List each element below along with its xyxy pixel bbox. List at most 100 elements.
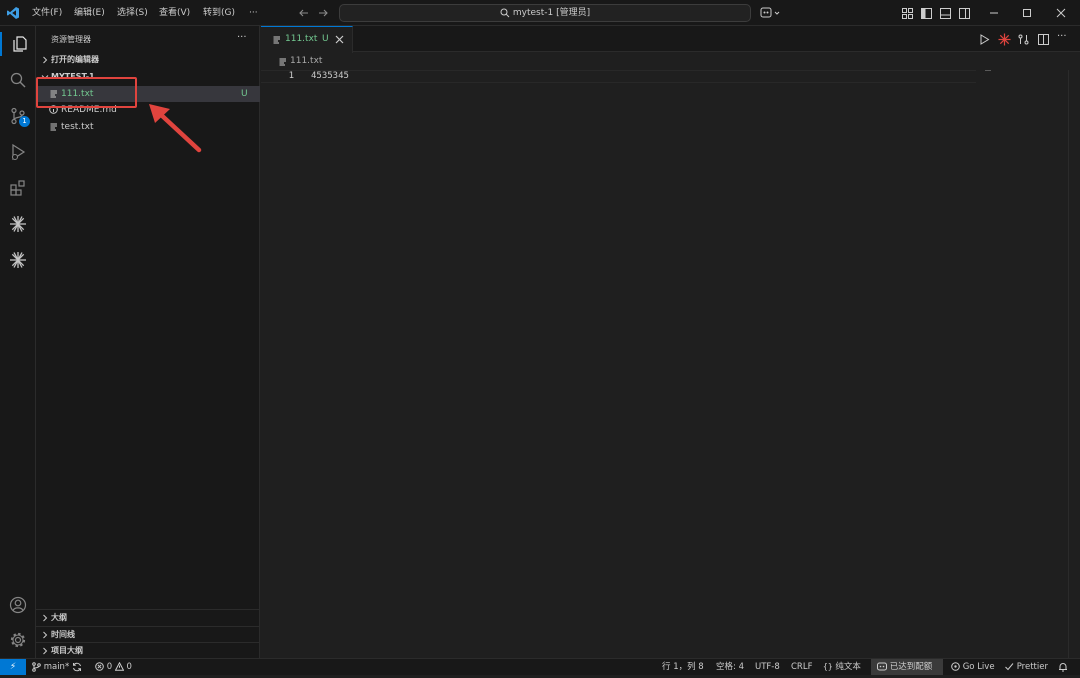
open-editors-section[interactable]: 打开的编辑器 (36, 52, 260, 68)
chevron-right-icon (41, 56, 49, 64)
starburst-icon (9, 215, 27, 233)
explorer-sidebar: 资源管理器 ··· 打开的编辑器 MYTEST-1 111.txt U READ… (36, 26, 260, 658)
forward-arrow-icon[interactable] (317, 7, 329, 19)
error-count: 0 (106, 662, 113, 672)
split-editor-icon[interactable] (1038, 34, 1049, 45)
run-icon[interactable] (979, 34, 990, 45)
copilot-icon[interactable] (760, 6, 782, 20)
menu-view[interactable]: 查看(V) (159, 0, 190, 26)
manage-tab[interactable] (6, 628, 30, 652)
menu-file[interactable]: 文件(F) (32, 0, 62, 26)
editor-tab-bar (261, 26, 1080, 52)
maximize-icon[interactable] (1022, 8, 1032, 18)
search-icon (500, 8, 510, 18)
menu-go[interactable]: 转到(G) (203, 0, 235, 26)
branch-icon (32, 661, 41, 672)
project-outline-label: 项目大纲 (51, 646, 83, 655)
quota-status[interactable]: 已达到配额 (871, 659, 943, 675)
language-mode[interactable]: {} 纯文本 (823, 659, 861, 675)
compare-changes-icon[interactable] (1018, 34, 1029, 45)
encoding[interactable]: UTF-8 (755, 659, 780, 675)
end-of-line[interactable]: CRLF (791, 659, 812, 675)
tab-111-txt[interactable]: 111.txt U (261, 26, 353, 53)
tab-status-badge: U (322, 34, 329, 44)
branch-status[interactable]: main* (32, 659, 69, 675)
editor-more-actions[interactable]: ··· (1057, 31, 1067, 42)
timeline-label: 时间线 (51, 630, 75, 639)
double-check-icon (1005, 662, 1014, 671)
line-number: 1 (288, 71, 294, 81)
text-file-icon (50, 123, 58, 131)
source-control-badge: 1 (19, 116, 30, 127)
breadcrumb-file[interactable]: 111.txt (290, 56, 322, 66)
ai-assistant-tab[interactable] (6, 212, 30, 236)
file-name: test.txt (61, 122, 94, 132)
annotation-arrow-icon (144, 100, 206, 156)
explorer-tab[interactable] (0, 32, 36, 56)
highlight-box (36, 77, 137, 108)
error-icon (95, 662, 104, 671)
close-window-icon[interactable] (1056, 8, 1066, 18)
explorer-more-actions[interactable]: ··· (237, 32, 247, 43)
toggle-primary-sidebar-icon[interactable] (921, 8, 932, 19)
search-icon (9, 71, 27, 89)
vscode-logo-icon (6, 6, 20, 20)
close-tab-icon[interactable] (335, 35, 344, 44)
minimize-icon[interactable] (989, 8, 999, 18)
toggle-panel-icon[interactable] (940, 8, 951, 19)
copilot-icon (877, 662, 887, 671)
warning-count: 0 (126, 662, 132, 672)
explorer-title: 资源管理器 (51, 35, 91, 44)
text-file-icon (279, 58, 287, 66)
source-control-tab[interactable]: 1 (6, 104, 30, 128)
problems-status[interactable]: 0 0 (95, 659, 132, 675)
editor-scrollbar[interactable] (1068, 70, 1080, 658)
accounts-tab[interactable] (6, 593, 30, 617)
go-live-button[interactable]: Go Live (951, 659, 995, 675)
files-icon (11, 35, 29, 53)
timeline-section[interactable]: 时间线 (36, 626, 260, 642)
open-editors-label: 打开的编辑器 (51, 55, 99, 64)
current-line-highlight (261, 70, 976, 83)
customize-layout-icon[interactable] (902, 8, 913, 19)
extensions-icon (9, 179, 27, 197)
braces-icon: {} (823, 662, 833, 671)
tab-label: 111.txt (285, 34, 318, 44)
cursor-position[interactable]: 行 1，列 8 (662, 659, 704, 675)
ai-chat-tab[interactable] (6, 248, 30, 272)
chevron-right-icon (41, 614, 49, 622)
starburst-icon (9, 251, 27, 269)
outline-label: 大纲 (51, 613, 67, 622)
back-arrow-icon[interactable] (298, 7, 310, 19)
outline-section[interactable]: 大纲 (36, 609, 260, 625)
menu-more[interactable]: ··· (249, 0, 258, 26)
command-center-text: mytest-1 [管理员] (512, 8, 591, 18)
broadcast-icon (951, 662, 960, 671)
search-tab[interactable] (6, 68, 30, 92)
toggle-secondary-sidebar-icon[interactable] (959, 8, 970, 19)
prettier-status[interactable]: Prettier (1005, 659, 1048, 675)
quota-label: 已达到配额 (889, 662, 933, 672)
prettier-label: Prettier (1016, 662, 1048, 672)
account-icon (9, 596, 27, 614)
starburst-action-icon[interactable] (998, 33, 1011, 46)
extensions-tab[interactable] (6, 176, 30, 200)
code-line[interactable]: 4535345 (311, 70, 349, 83)
go-live-label: Go Live (962, 662, 995, 672)
status-bar: ⚡ main* 0 0 行 1，列 8 空格: 4 UTF-8 CRLF {} … (0, 658, 1080, 675)
warning-icon (114, 662, 124, 671)
gear-icon (9, 631, 27, 649)
project-outline-section[interactable]: 项目大纲 (36, 642, 260, 658)
indentation[interactable]: 空格: 4 (716, 659, 744, 675)
activity-bar: 1 (0, 26, 36, 658)
command-center-search[interactable]: mytest-1 [管理员] (339, 4, 751, 22)
bell-icon[interactable] (1058, 662, 1068, 678)
remote-indicator[interactable]: ⚡ (0, 659, 26, 675)
menu-selection[interactable]: 选择(S) (117, 0, 148, 26)
file-status-badge: U (241, 89, 248, 99)
text-file-icon (273, 36, 281, 44)
run-debug-tab[interactable] (6, 140, 30, 164)
menu-edit[interactable]: 编辑(E) (74, 0, 105, 26)
sync-icon[interactable] (72, 662, 82, 678)
chevron-right-icon (41, 631, 49, 639)
